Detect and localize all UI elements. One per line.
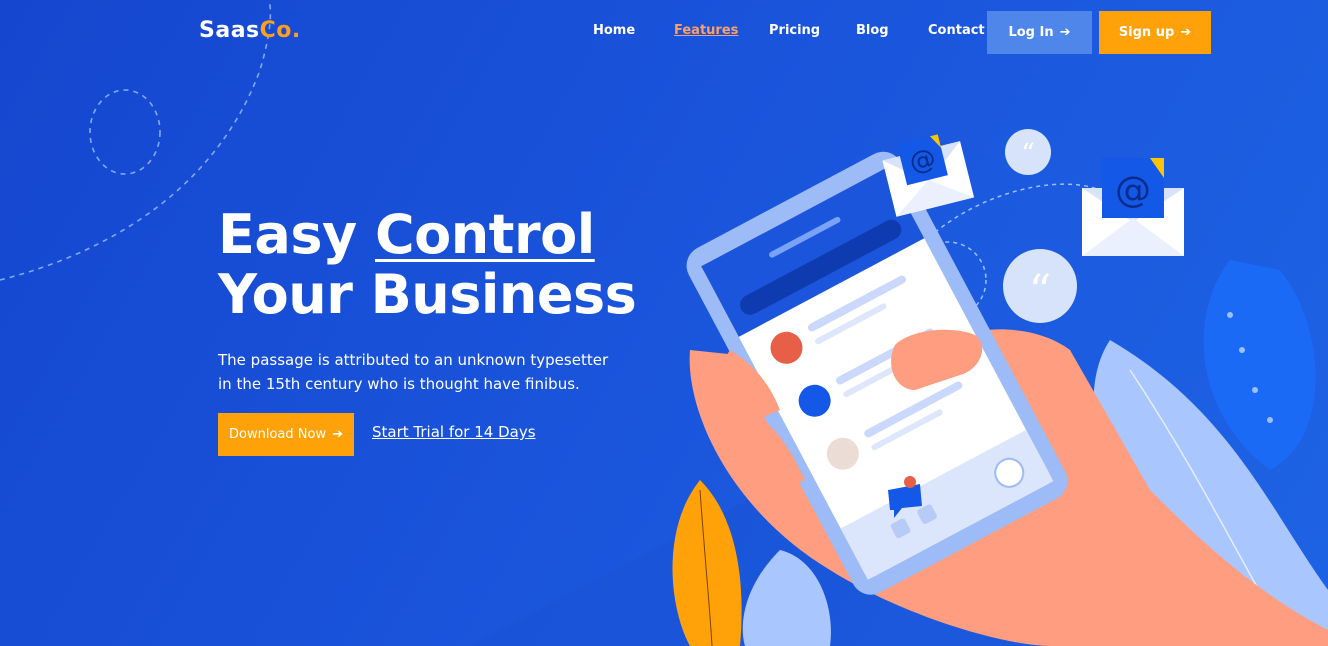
hero-title-line2: Your Business	[218, 263, 637, 326]
download-button[interactable]: Download Now ➔	[218, 413, 354, 456]
svg-text:@: @	[1115, 170, 1151, 211]
hero-title: Easy Control Your Business	[218, 203, 637, 326]
hero-description-line2: in the 15th century who is thought have …	[218, 375, 580, 393]
brand-name-accent: Co.	[259, 18, 301, 43]
start-trial-link[interactable]: Start Trial for 14 Days	[372, 423, 536, 441]
nav-contact[interactable]: Contact	[928, 23, 985, 38]
nav-features[interactable]: Features	[674, 23, 738, 38]
svg-text:“: “	[1021, 139, 1034, 169]
download-label: Download Now	[229, 427, 327, 442]
nav-pricing[interactable]: Pricing	[769, 23, 820, 38]
signup-button[interactable]: Sign up ➔	[1099, 11, 1211, 54]
signup-label: Sign up	[1118, 25, 1175, 40]
arrow-right-icon: ➔	[1180, 25, 1192, 40]
svg-text:“: “	[1029, 266, 1052, 317]
hero-description-line1: The passage is attributed to an unknown …	[218, 351, 609, 369]
quote-bubble-icon: “	[1003, 249, 1077, 323]
arrow-right-icon: ➔	[1059, 25, 1071, 40]
login-button[interactable]: Log In ➔	[987, 11, 1092, 54]
login-label: Log In	[1008, 25, 1054, 40]
email-envelope-icon: @	[882, 134, 975, 217]
nav-home[interactable]: Home	[593, 23, 635, 38]
quote-bubble-icon: “	[1005, 129, 1051, 175]
nav-blog[interactable]: Blog	[856, 23, 889, 38]
brand-name: Saas	[199, 18, 260, 43]
hero-title-part1: Easy	[218, 203, 357, 266]
brand-logo[interactable]: SaasCo.	[199, 18, 301, 43]
hero-title-underlined: Control	[374, 203, 595, 266]
hero-description: The passage is attributed to an unknown …	[218, 348, 618, 396]
email-envelope-icon: @	[1082, 158, 1184, 256]
hero-illustration: @ @ “ “	[672, 129, 1328, 646]
arrow-right-icon: ➔	[332, 427, 343, 442]
